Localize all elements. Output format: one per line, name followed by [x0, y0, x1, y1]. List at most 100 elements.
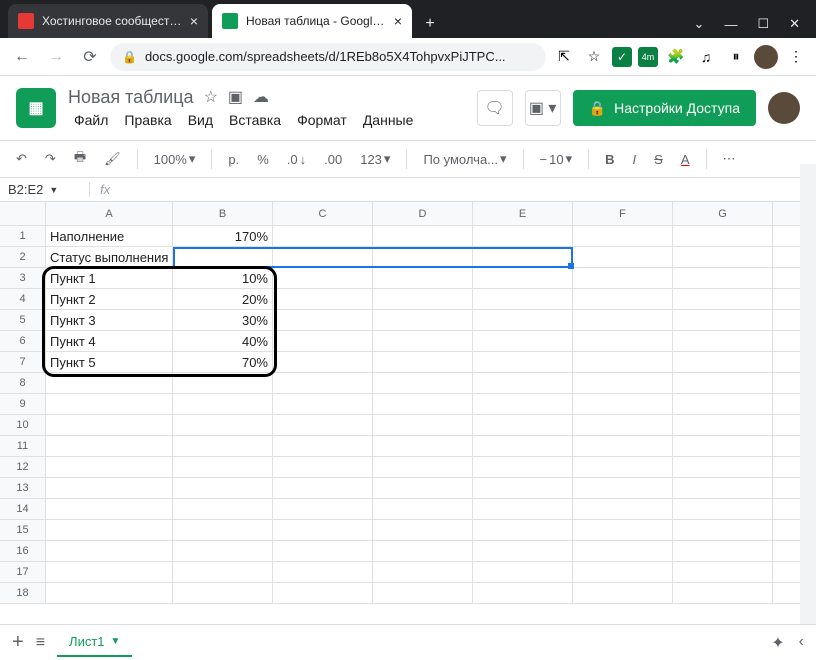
- cell[interactable]: [573, 415, 673, 435]
- font-size-select[interactable]: − 10 ▾: [534, 147, 579, 171]
- row-header[interactable]: 13: [0, 478, 46, 498]
- cell[interactable]: [273, 226, 373, 246]
- cell[interactable]: [46, 541, 173, 561]
- cell[interactable]: [673, 583, 773, 603]
- new-tab-button[interactable]: +: [416, 10, 444, 38]
- cell[interactable]: [46, 415, 173, 435]
- cell[interactable]: 30%: [173, 310, 273, 330]
- cell[interactable]: [373, 331, 473, 351]
- row-header[interactable]: 6: [0, 331, 46, 351]
- cell[interactable]: [273, 541, 373, 561]
- cell[interactable]: [46, 520, 173, 540]
- cell[interactable]: [473, 583, 573, 603]
- cell[interactable]: [373, 520, 473, 540]
- undo-button[interactable]: ↶: [10, 147, 33, 171]
- cell[interactable]: [273, 247, 373, 267]
- close-icon[interactable]: ×: [394, 13, 402, 29]
- cell[interactable]: [473, 394, 573, 414]
- row-header[interactable]: 10: [0, 415, 46, 435]
- pause-icon[interactable]: ⏸: [724, 45, 748, 69]
- cell[interactable]: [46, 583, 173, 603]
- cell[interactable]: [473, 226, 573, 246]
- cell[interactable]: Пункт 4: [46, 331, 173, 351]
- cell[interactable]: Статус выполнения: [46, 247, 173, 267]
- sheet-tab[interactable]: Лист1 ▼: [57, 628, 132, 657]
- cell[interactable]: [673, 226, 773, 246]
- cell[interactable]: [673, 247, 773, 267]
- cell[interactable]: [573, 520, 673, 540]
- cell[interactable]: [473, 310, 573, 330]
- percent-button[interactable]: %: [251, 148, 275, 171]
- row-header[interactable]: 1: [0, 226, 46, 246]
- maximize-button[interactable]: ☐: [757, 16, 769, 32]
- cell[interactable]: Пункт 3: [46, 310, 173, 330]
- cell[interactable]: [173, 247, 273, 267]
- col-header-D[interactable]: D: [373, 202, 473, 225]
- col-header-E[interactable]: E: [473, 202, 573, 225]
- row-header[interactable]: 15: [0, 520, 46, 540]
- browser-tab[interactable]: Хостинговое сообщество «Time... ×: [8, 4, 208, 38]
- cell[interactable]: [473, 373, 573, 393]
- cell[interactable]: [273, 583, 373, 603]
- cell[interactable]: [373, 373, 473, 393]
- cell[interactable]: [573, 394, 673, 414]
- cell[interactable]: [473, 436, 573, 456]
- menu-file[interactable]: Файл: [68, 110, 114, 130]
- cell[interactable]: [473, 541, 573, 561]
- cell[interactable]: [373, 499, 473, 519]
- cell[interactable]: [673, 310, 773, 330]
- name-box[interactable]: B2:E2▼: [0, 182, 90, 197]
- cell[interactable]: [673, 268, 773, 288]
- cell[interactable]: [673, 331, 773, 351]
- cell[interactable]: 20%: [173, 289, 273, 309]
- cell[interactable]: [573, 541, 673, 561]
- cell[interactable]: [673, 415, 773, 435]
- cell[interactable]: [173, 373, 273, 393]
- cloud-icon[interactable]: ☁: [253, 87, 269, 107]
- cell[interactable]: [473, 520, 573, 540]
- cell[interactable]: [473, 268, 573, 288]
- cell[interactable]: Пункт 1: [46, 268, 173, 288]
- cell[interactable]: [273, 478, 373, 498]
- cell[interactable]: [273, 310, 373, 330]
- format-123-button[interactable]: 123 ▾: [354, 147, 396, 171]
- cell[interactable]: [573, 583, 673, 603]
- cell[interactable]: [46, 499, 173, 519]
- cell[interactable]: Наполнение: [46, 226, 173, 246]
- cell[interactable]: [173, 457, 273, 477]
- cell[interactable]: [473, 499, 573, 519]
- row-header[interactable]: 17: [0, 562, 46, 582]
- cell[interactable]: [373, 541, 473, 561]
- cell[interactable]: 70%: [173, 352, 273, 372]
- cell[interactable]: [273, 331, 373, 351]
- cell[interactable]: [46, 457, 173, 477]
- cell[interactable]: [573, 352, 673, 372]
- cell[interactable]: [473, 331, 573, 351]
- extension-check-icon[interactable]: ✓: [612, 47, 632, 67]
- cell[interactable]: [273, 499, 373, 519]
- profile-avatar[interactable]: [754, 45, 778, 69]
- cell[interactable]: [673, 289, 773, 309]
- cell[interactable]: [373, 562, 473, 582]
- decimal-inc-button[interactable]: .00: [318, 148, 348, 171]
- cell[interactable]: 10%: [173, 268, 273, 288]
- menu-insert[interactable]: Вставка: [223, 110, 287, 130]
- cell[interactable]: [173, 499, 273, 519]
- cell[interactable]: [473, 289, 573, 309]
- cell[interactable]: [273, 562, 373, 582]
- vertical-scrollbar[interactable]: [800, 164, 816, 624]
- cell[interactable]: Пункт 5: [46, 352, 173, 372]
- cell[interactable]: [573, 247, 673, 267]
- cell[interactable]: [373, 457, 473, 477]
- decimal-dec-button[interactable]: .0↓: [281, 148, 312, 171]
- extension-badge[interactable]: 4m: [638, 47, 658, 67]
- cell[interactable]: [673, 394, 773, 414]
- cell[interactable]: [473, 562, 573, 582]
- spreadsheet-grid[interactable]: ABCDEFG 1Наполнение170%2Статус выполнени…: [0, 202, 816, 604]
- forward-button[interactable]: →: [42, 43, 70, 71]
- puzzle-icon[interactable]: 🧩: [664, 45, 688, 69]
- cell[interactable]: [46, 478, 173, 498]
- menu-edit[interactable]: Правка: [118, 110, 177, 130]
- row-header[interactable]: 9: [0, 394, 46, 414]
- cell[interactable]: [273, 373, 373, 393]
